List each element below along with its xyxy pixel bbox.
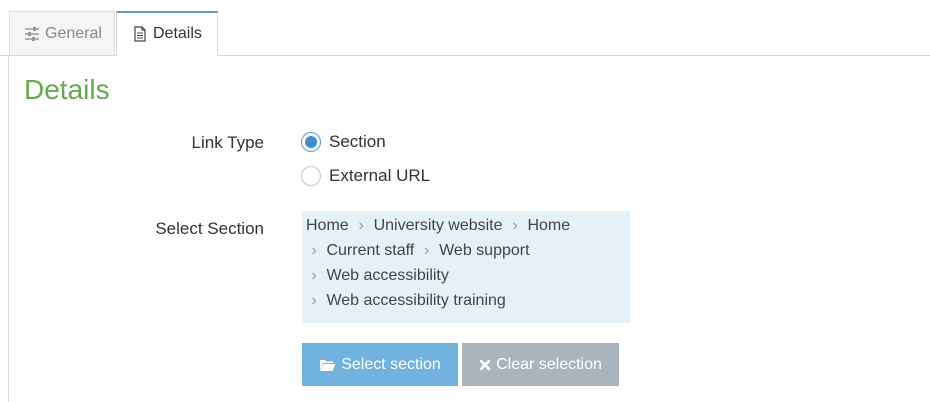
clear-selection-button-label: Clear selection: [496, 355, 602, 373]
breadcrumb-item: Home: [306, 217, 349, 234]
radio-section-option[interactable]: Section: [301, 132, 386, 152]
radio-section[interactable]: [301, 132, 321, 152]
page-title: Details: [24, 74, 110, 105]
folder-open-icon: [319, 358, 336, 372]
breadcrumb-item: Home: [527, 217, 571, 234]
document-icon: [132, 26, 148, 42]
radio-section-label: Section: [329, 132, 386, 151]
tab-details-label: Details: [153, 25, 202, 42]
chevron-right-icon: ›: [423, 242, 430, 259]
link-type-label: Link Type: [191, 133, 264, 152]
radio-external-url-label: External URL: [329, 166, 431, 185]
selected-section-breadcrumb: Home › University website › Home › Curre…: [302, 211, 630, 323]
clear-selection-button[interactable]: Clear selection: [462, 343, 619, 386]
sliders-icon: [24, 26, 40, 42]
breadcrumb-item: Web accessibility training: [326, 292, 506, 309]
chevron-right-icon: ›: [512, 217, 518, 234]
breadcrumb-line: Home › University website › Home: [306, 213, 626, 238]
chevron-right-icon: ›: [311, 292, 317, 309]
close-icon: [479, 359, 491, 371]
breadcrumb-item: Web accessibility: [326, 267, 449, 284]
breadcrumb-item: University website: [373, 217, 503, 234]
breadcrumb-item: Current staff: [326, 242, 415, 259]
tab-general[interactable]: General: [9, 11, 115, 55]
tab-general-label: General: [45, 24, 102, 42]
radio-external-url-option[interactable]: External URL: [301, 166, 430, 186]
breadcrumb-line: › Web accessibility: [306, 263, 626, 288]
breadcrumb-line: › Web accessibility training: [306, 288, 626, 313]
breadcrumb-line: › Current staff › Web support: [306, 238, 626, 263]
radio-external-url[interactable]: [301, 166, 321, 186]
select-section-label: Select Section: [155, 219, 264, 238]
breadcrumb-item: Web support: [439, 242, 530, 259]
chevron-right-icon: ›: [311, 267, 317, 284]
tab-bar: General Details: [0, 0, 930, 56]
chevron-right-icon: ›: [358, 217, 364, 234]
chevron-right-icon: ›: [311, 242, 317, 259]
radio-selected-dot: [305, 136, 317, 148]
tab-details[interactable]: Details: [116, 11, 218, 56]
select-section-button[interactable]: Select section: [302, 343, 458, 386]
select-section-button-label: Select section: [341, 355, 441, 373]
